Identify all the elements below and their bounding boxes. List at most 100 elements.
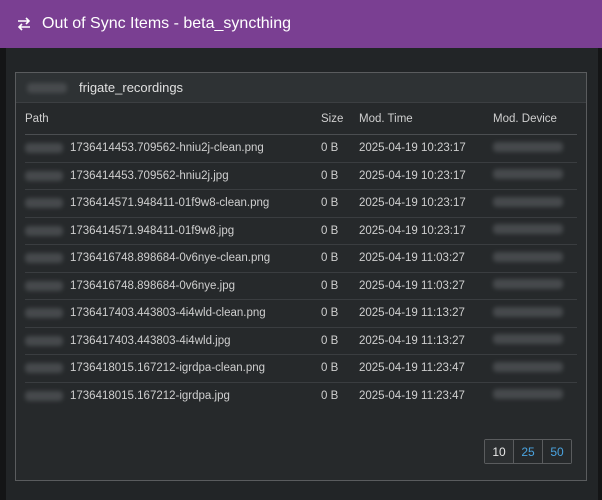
folder-name: frigate_recordings bbox=[79, 80, 184, 95]
row-path-text: 1736414453.709562-hniu2j-clean.png bbox=[70, 142, 264, 155]
table-row: 1736417403.443803-4i4wld-clean.png 0 B 202… bbox=[25, 299, 577, 327]
row-mod-time: 2025-04-19 11:13:27 bbox=[359, 299, 493, 327]
row-size: 0 B bbox=[321, 189, 359, 217]
row-path-text: 1736414571.948411-01f9w8.jpg bbox=[70, 224, 235, 237]
row-size: 0 B bbox=[321, 299, 359, 327]
redacted-path-prefix bbox=[25, 335, 63, 346]
out-of-sync-modal: Out of Sync Items - beta_syncthing friga… bbox=[0, 0, 602, 500]
redacted-device bbox=[493, 224, 563, 235]
row-path: 1736414453.709562-hniu2j.jpg bbox=[25, 161, 321, 190]
redacted-folder-label bbox=[27, 82, 67, 93]
row-mod-time: 2025-04-19 11:23:47 bbox=[359, 381, 493, 409]
row-path-text: 1736414453.709562-hniu2j.jpg bbox=[70, 169, 229, 182]
redacted-path-prefix bbox=[25, 225, 63, 236]
row-path: 1736414571.948411-01f9w8.jpg bbox=[25, 216, 321, 245]
row-mod-device bbox=[493, 381, 577, 409]
redacted-device bbox=[493, 389, 563, 400]
row-size: 0 B bbox=[321, 161, 359, 190]
row-path-text: 1736416748.898684-0v6nye-clean.png bbox=[70, 252, 271, 265]
row-path-text: 1736417403.443803-4i4wld-clean.png bbox=[70, 307, 266, 320]
redacted-device bbox=[493, 196, 563, 207]
table-body: 1736414453.709562-hniu2j-clean.png 0 B 202… bbox=[25, 134, 577, 409]
row-path: 1736417403.443803-4i4wld-clean.png bbox=[25, 299, 321, 327]
table-row: 1736418015.167212-igrdpa.jpg 0 B 2025-04-1… bbox=[25, 381, 577, 409]
redacted-device bbox=[493, 141, 563, 152]
redacted-device bbox=[493, 334, 563, 345]
row-mod-time: 2025-04-19 11:03:27 bbox=[359, 244, 493, 272]
redacted-device bbox=[493, 306, 563, 317]
row-size: 0 B bbox=[321, 244, 359, 272]
redacted-path-prefix bbox=[25, 253, 63, 264]
row-size: 0 B bbox=[321, 216, 359, 245]
exchange-arrows-icon bbox=[17, 17, 31, 31]
table-row: 1736416748.898684-0v6nye-clean.png 0 B 202… bbox=[25, 244, 577, 272]
row-mod-device bbox=[493, 326, 577, 355]
table-row: 1736417403.443803-4i4wld.jpg 0 B 2025-04-1… bbox=[25, 326, 577, 355]
table-row: 1736414571.948411-01f9w8.jpg 0 B 2025-04-1… bbox=[25, 216, 577, 245]
row-size: 0 B bbox=[321, 326, 359, 355]
row-path: 1736418015.167212-igrdpa.jpg bbox=[25, 381, 321, 409]
row-size: 0 B bbox=[321, 354, 359, 382]
row-path: 1736416748.898684-0v6nye-clean.png bbox=[25, 244, 321, 272]
page-size-option-25[interactable]: 25 bbox=[513, 440, 542, 463]
table-row: 1736414453.709562-hniu2j-clean.png 0 B 202… bbox=[25, 134, 577, 162]
row-path-text: 1736416748.898684-0v6nye.jpg bbox=[70, 279, 235, 292]
redacted-device bbox=[493, 361, 563, 372]
row-path: 1736417403.443803-4i4wld.jpg bbox=[25, 326, 321, 355]
table-row: 1736414453.709562-hniu2j.jpg 0 B 2025-04-1… bbox=[25, 161, 577, 190]
row-mod-time: 2025-04-19 10:23:17 bbox=[359, 161, 493, 190]
table-row: 1736418015.167212-igrdpa-clean.png 0 B 202… bbox=[25, 354, 577, 382]
folder-panel: frigate_recordings Path Size Mod. Time M… bbox=[15, 72, 587, 481]
redacted-device bbox=[493, 279, 563, 290]
row-mod-device bbox=[493, 189, 577, 217]
backdrop-right bbox=[598, 48, 602, 500]
header-size[interactable]: Size bbox=[321, 103, 359, 135]
table-header-row: Path Size Mod. Time Mod. Device bbox=[25, 103, 577, 135]
panel-heading: frigate_recordings bbox=[16, 73, 586, 103]
backdrop-left bbox=[0, 48, 6, 500]
row-size: 0 B bbox=[321, 271, 359, 300]
page-size-selector: 10 25 50 bbox=[484, 439, 572, 464]
row-path: 1736418015.167212-igrdpa-clean.png bbox=[25, 354, 321, 382]
table-row: 1736416748.898684-0v6nye.jpg 0 B 2025-04-1… bbox=[25, 271, 577, 300]
row-mod-time: 2025-04-19 10:23:17 bbox=[359, 134, 493, 162]
modal-titlebar: Out of Sync Items - beta_syncthing bbox=[0, 0, 602, 48]
header-mod-device[interactable]: Mod. Device bbox=[493, 103, 577, 135]
redacted-path-prefix bbox=[25, 170, 63, 181]
row-size: 0 B bbox=[321, 381, 359, 409]
row-mod-time: 2025-04-19 11:23:47 bbox=[359, 354, 493, 382]
redacted-device bbox=[493, 169, 563, 180]
page-size-option-50[interactable]: 50 bbox=[542, 440, 571, 463]
redacted-path-prefix bbox=[25, 308, 63, 319]
row-path: 1736414453.709562-hniu2j-clean.png bbox=[25, 134, 321, 162]
row-path-text: 1736414571.948411-01f9w8-clean.png bbox=[70, 197, 270, 210]
row-mod-device bbox=[493, 299, 577, 327]
redacted-path-prefix bbox=[25, 390, 63, 401]
row-mod-device bbox=[493, 216, 577, 245]
header-path[interactable]: Path bbox=[25, 103, 321, 135]
out-of-sync-table: Path Size Mod. Time Mod. Device 17364144… bbox=[25, 103, 577, 409]
row-path-text: 1736418015.167212-igrdpa.jpg bbox=[70, 389, 230, 402]
redacted-device bbox=[493, 251, 563, 262]
row-mod-time: 2025-04-19 10:23:17 bbox=[359, 189, 493, 217]
redacted-path-prefix bbox=[25, 363, 63, 374]
row-size: 0 B bbox=[321, 134, 359, 162]
redacted-path-prefix bbox=[25, 143, 63, 154]
row-path: 1736416748.898684-0v6nye.jpg bbox=[25, 271, 321, 300]
table-row: 1736414571.948411-01f9w8-clean.png 0 B 202… bbox=[25, 189, 577, 217]
redacted-path-prefix bbox=[25, 280, 63, 291]
row-mod-device bbox=[493, 354, 577, 382]
row-mod-device bbox=[493, 134, 577, 162]
modal-title: Out of Sync Items - beta_syncthing bbox=[42, 15, 292, 32]
row-mod-time: 2025-04-19 11:13:27 bbox=[359, 326, 493, 355]
redacted-path-prefix bbox=[25, 198, 63, 209]
row-mod-device bbox=[493, 244, 577, 272]
row-path-text: 1736417403.443803-4i4wld.jpg bbox=[70, 334, 231, 347]
row-mod-time: 2025-04-19 10:23:17 bbox=[359, 216, 493, 245]
header-mod-time[interactable]: Mod. Time bbox=[359, 103, 493, 135]
row-mod-device bbox=[493, 161, 577, 190]
row-mod-device bbox=[493, 271, 577, 300]
row-path-text: 1736418015.167212-igrdpa-clean.png bbox=[70, 362, 266, 375]
page-size-option-10[interactable]: 10 bbox=[485, 440, 513, 463]
row-path: 1736414571.948411-01f9w8-clean.png bbox=[25, 189, 321, 217]
